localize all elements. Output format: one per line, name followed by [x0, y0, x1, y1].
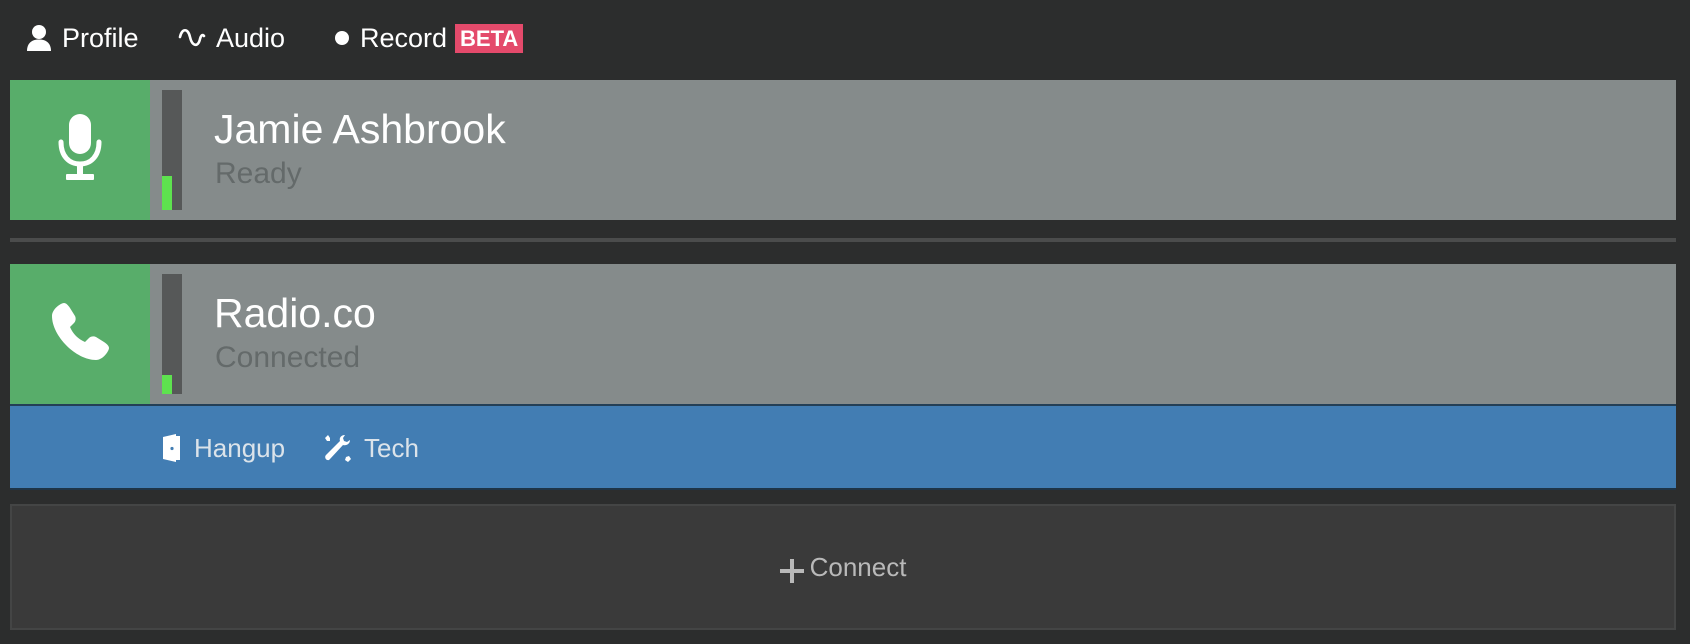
- door-exit-icon: [162, 434, 182, 462]
- connect-content: Connect: [779, 551, 907, 583]
- divider: [10, 238, 1676, 242]
- channel-card-remote: Radio.co Connected: [10, 264, 1676, 404]
- level-meter-fill: [162, 176, 172, 210]
- nav-record-label: Record: [360, 22, 448, 53]
- channel-name: Jamie Ashbrook: [214, 106, 506, 152]
- channel-icon-tile[interactable]: [10, 264, 150, 404]
- tools-icon: [322, 433, 352, 463]
- hangup-button[interactable]: Hangup: [162, 430, 285, 466]
- tech-label: Tech: [364, 432, 419, 463]
- microphone-icon: [56, 112, 104, 189]
- record-dot-icon: [334, 30, 350, 46]
- call-action-bar: Hangup Tech: [10, 404, 1676, 490]
- channel-name: Radio.co: [214, 290, 376, 336]
- channel-card-local: Jamie Ashbrook Ready: [10, 80, 1676, 220]
- connect-button[interactable]: Connect: [10, 504, 1676, 630]
- nav-record[interactable]: Record BETA: [334, 18, 524, 58]
- level-meter: [162, 90, 182, 210]
- beta-badge: BETA: [455, 23, 524, 53]
- channel-status: Connected: [215, 341, 361, 374]
- top-nav: Profile Audio Record BETA: [0, 0, 1690, 78]
- app-root: Profile Audio Record BETA Jamie Ashbrook…: [0, 0, 1690, 644]
- nav-profile[interactable]: Profile: [26, 18, 139, 58]
- phone-icon: [48, 300, 112, 369]
- nav-audio-label: Audio: [216, 22, 286, 53]
- channel-icon-tile[interactable]: [10, 80, 150, 220]
- hangup-label: Hangup: [194, 432, 286, 463]
- channel-status: Ready: [215, 157, 302, 190]
- level-meter-fill: [162, 375, 172, 394]
- user-icon: [26, 24, 52, 52]
- connect-label: Connect: [809, 551, 907, 582]
- tech-button[interactable]: Tech: [322, 430, 419, 466]
- nav-audio[interactable]: Audio: [178, 18, 285, 58]
- level-meter: [162, 274, 182, 394]
- waveform-icon: [178, 27, 206, 49]
- nav-profile-label: Profile: [62, 22, 139, 53]
- plus-icon: [779, 559, 804, 583]
